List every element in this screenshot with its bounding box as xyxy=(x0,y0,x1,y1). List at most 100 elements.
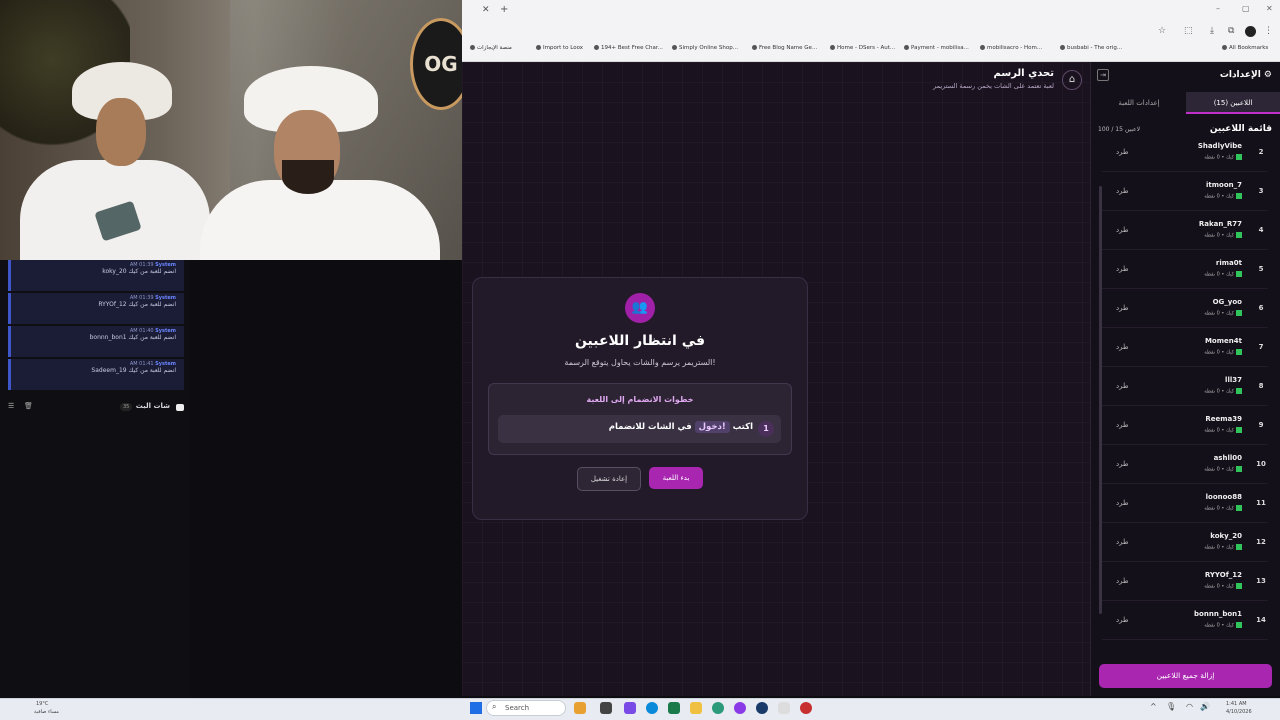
player-score-text: كيك • 0 نقطة xyxy=(1204,466,1234,473)
bookmark-label: Free Blog Name Ge... xyxy=(759,45,818,51)
kick-player-button[interactable]: طرد xyxy=(1116,382,1129,390)
player-row: 2 ShadlyVibe كيك • 0 نقطة طرد xyxy=(1102,138,1268,172)
kick-player-button[interactable]: طرد xyxy=(1116,499,1129,507)
maximize-icon[interactable]: ▢ xyxy=(1242,4,1250,13)
app-icon-5[interactable] xyxy=(800,702,812,714)
chrome-icon[interactable] xyxy=(712,702,724,714)
app-icon-3[interactable] xyxy=(734,702,746,714)
file-explorer-icon[interactable] xyxy=(690,702,702,714)
player-score: كيك • 0 نقطة xyxy=(1204,154,1242,161)
close-tab-icon[interactable]: ✕ xyxy=(482,5,490,15)
taskbar-search[interactable]: Search xyxy=(486,700,566,716)
bookmark[interactable]: All Bookmarks xyxy=(1222,45,1268,51)
player-score: كيك • 0 نقطة xyxy=(1204,622,1242,629)
bookmark[interactable]: mobilisacro - Hom... xyxy=(980,45,1042,51)
close-window-icon[interactable]: ✕ xyxy=(1266,4,1273,13)
new-tab-icon[interactable]: + xyxy=(500,4,508,15)
tab-game-settings[interactable]: إعدادات اللعبة xyxy=(1092,92,1186,114)
bookmark-label: Payment - mobilisa... xyxy=(911,45,969,51)
player-rank: 13 xyxy=(1256,577,1266,585)
minimize-icon[interactable]: – xyxy=(1216,4,1220,13)
system-message: AM 01:41 System Sadeem_19 انضم للعبة من ك… xyxy=(8,359,184,390)
player-rank: 12 xyxy=(1256,538,1266,546)
bookmark-label: منصة الإيجازات xyxy=(477,45,512,51)
kick-player-button[interactable]: طرد xyxy=(1116,538,1129,546)
download-icon[interactable]: ⤓ xyxy=(1210,26,1214,36)
star-icon[interactable]: ☆ xyxy=(1158,26,1166,36)
collapse-panel-icon[interactable]: ⇥ xyxy=(1097,69,1109,81)
tray-chevron-icon[interactable]: ^ xyxy=(1150,702,1157,711)
weather-desc: مساء صافية xyxy=(34,709,59,715)
task-view-icon[interactable] xyxy=(600,702,612,714)
app-icon-1[interactable] xyxy=(624,702,636,714)
bookmark[interactable]: Free Blog Name Ge... xyxy=(752,45,817,51)
app-icon-2[interactable] xyxy=(668,702,680,714)
system-message-text: RYYOf_12 انضم للعبة من كيك xyxy=(98,301,176,308)
player-score: كيك • 0 نقطة xyxy=(1204,544,1242,551)
bookmark-label: mobilisacro - Hom... xyxy=(987,45,1043,51)
copy-icon[interactable]: ⧉ xyxy=(1228,26,1234,36)
widgets-icon[interactable] xyxy=(574,702,586,714)
kick-player-button[interactable]: طرد xyxy=(1116,226,1129,234)
browser-menu-icon[interactable]: ⋮ xyxy=(1264,26,1273,36)
mic-icon[interactable]: 🎙 xyxy=(1166,702,1176,711)
kick-player-button[interactable]: طرد xyxy=(1116,148,1129,156)
kick-player-button[interactable]: طرد xyxy=(1116,577,1129,585)
player-list-scrollbar[interactable] xyxy=(1099,186,1102,614)
restart-button[interactable]: إعادة تشغيل xyxy=(577,467,641,491)
player-score-text: كيك • 0 نقطة xyxy=(1204,310,1234,317)
home-icon[interactable]: ⌂ xyxy=(1062,70,1082,90)
modal-subtitle: الستريمر يرسم والشات يحاول يتوقع الرسمة! xyxy=(564,358,716,367)
kick-player-button[interactable]: طرد xyxy=(1116,460,1129,468)
player-score-text: كيك • 0 نقطة xyxy=(1204,349,1234,356)
player-score: كيك • 0 نقطة xyxy=(1204,583,1242,590)
kick-badge-icon xyxy=(1236,427,1242,433)
start-game-button[interactable]: بدء اللعبة xyxy=(649,467,703,489)
edge-icon[interactable] xyxy=(646,702,658,714)
settings-title: الإعدادات ⚙ xyxy=(1180,70,1272,80)
kick-player-button[interactable]: طرد xyxy=(1116,343,1129,351)
bookmark-label: Simply Online Shop... xyxy=(679,45,738,51)
player-score: كيك • 0 نقطة xyxy=(1204,271,1242,278)
kick-player-button[interactable]: طرد xyxy=(1116,616,1129,624)
menu-icon[interactable]: ☰ xyxy=(8,402,14,410)
bookmark-label: busbabi - The orig... xyxy=(1067,45,1123,51)
bookmark[interactable]: Simply Online Shop... xyxy=(672,45,738,51)
kick-player-button[interactable]: طرد xyxy=(1116,265,1129,273)
person-left-face xyxy=(96,98,146,166)
bookmark[interactable]: Payment - mobilisa... xyxy=(904,45,969,51)
remove-all-players-button[interactable]: إزالة جميع اللاعبين xyxy=(1099,664,1272,688)
kick-badge-icon xyxy=(1236,466,1242,472)
volume-icon[interactable]: 🔊 xyxy=(1200,702,1210,711)
search-icon: ⌕ xyxy=(492,702,497,711)
extensions-icon[interactable]: ⬚ xyxy=(1184,26,1193,36)
bookmark[interactable]: منصة الإيجازات xyxy=(470,45,512,51)
player-rank: 7 xyxy=(1258,343,1264,351)
person-right-beard xyxy=(282,160,334,194)
users-icon: 👥 xyxy=(625,293,655,323)
profile-avatar[interactable] xyxy=(1245,26,1256,37)
tab-players[interactable]: اللاعبين (15) xyxy=(1186,92,1280,114)
player-rank: 4 xyxy=(1258,226,1264,234)
bookmark[interactable]: Home - DSers - Aut... xyxy=(830,45,895,51)
windows-start-icon[interactable] xyxy=(470,702,482,714)
trash-icon[interactable]: 🗑 xyxy=(24,402,33,410)
kick-player-button[interactable]: طرد xyxy=(1116,304,1129,312)
kick-badge-icon xyxy=(1236,505,1242,511)
webcam-feed xyxy=(0,0,462,260)
player-name: rima0t xyxy=(1215,259,1242,267)
player-row: 11 loonoo88 كيك • 0 نقطة طرد xyxy=(1102,489,1268,523)
bookmark[interactable]: 194+ Best Free Char... xyxy=(594,45,663,51)
kick-player-button[interactable]: طرد xyxy=(1116,421,1129,429)
gear-icon: ⚙ xyxy=(1263,70,1272,80)
player-row: 14 bonnn_bon1 كيك • 0 نقطة طرد xyxy=(1102,606,1268,640)
bookmark[interactable]: Import to Loox xyxy=(536,45,583,51)
bookmark-favicon-icon xyxy=(594,45,599,50)
kick-player-button[interactable]: طرد xyxy=(1116,187,1129,195)
app-icon-4[interactable] xyxy=(778,702,790,714)
bookmark[interactable]: busbabi - The orig... xyxy=(1060,45,1122,51)
step-after: في الشات للانضمام xyxy=(608,422,692,432)
wifi-icon[interactable]: ◠ xyxy=(1186,702,1193,711)
steam-icon[interactable] xyxy=(756,702,768,714)
system-message: AM 01:39 System RYYOf_12 انضم للعبة من كي… xyxy=(8,293,184,324)
